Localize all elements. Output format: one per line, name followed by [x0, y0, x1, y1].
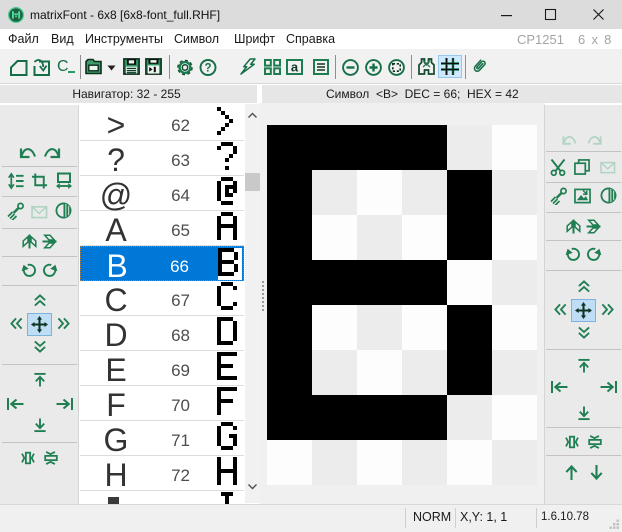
svg-text:a: a	[291, 59, 299, 74]
svg-text:?: ?	[204, 63, 211, 75]
